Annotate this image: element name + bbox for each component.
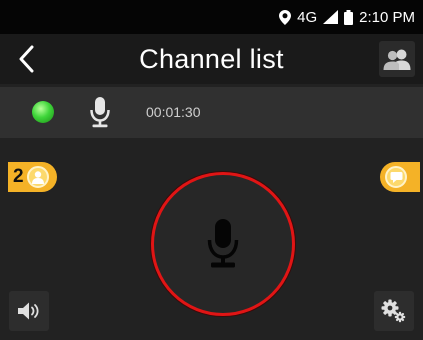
signal-icon	[323, 10, 339, 24]
main-area: 2	[0, 140, 423, 340]
call-timer: 00:01:30	[146, 104, 201, 120]
user-icon	[26, 166, 49, 188]
microphone-icon	[207, 219, 239, 268]
talk-status-bar: 00:01:30	[0, 87, 423, 138]
title-bar: Channel list	[0, 34, 423, 84]
message-tab[interactable]	[380, 162, 420, 192]
microphone-icon	[89, 96, 111, 133]
message-icon	[385, 166, 407, 188]
user-count-tab[interactable]: 2	[8, 162, 57, 192]
status-group: 4G 2:10 PM	[279, 8, 415, 26]
status-bar: 4G 2:10 PM	[0, 0, 423, 34]
push-to-talk-button[interactable]	[151, 172, 295, 316]
location-icon	[279, 9, 292, 25]
settings-button[interactable]	[374, 291, 414, 331]
battery-icon	[344, 9, 354, 25]
people-icon	[383, 49, 411, 70]
speaker-button[interactable]	[9, 291, 49, 331]
online-status-icon	[32, 101, 54, 123]
user-count: 2	[13, 166, 24, 187]
network-label: 4G	[297, 8, 318, 26]
speaker-icon	[18, 302, 39, 320]
clock: 2:10 PM	[359, 8, 415, 26]
gears-icon	[381, 299, 406, 323]
page-title: Channel list	[139, 44, 284, 74]
members-button[interactable]	[379, 41, 415, 77]
